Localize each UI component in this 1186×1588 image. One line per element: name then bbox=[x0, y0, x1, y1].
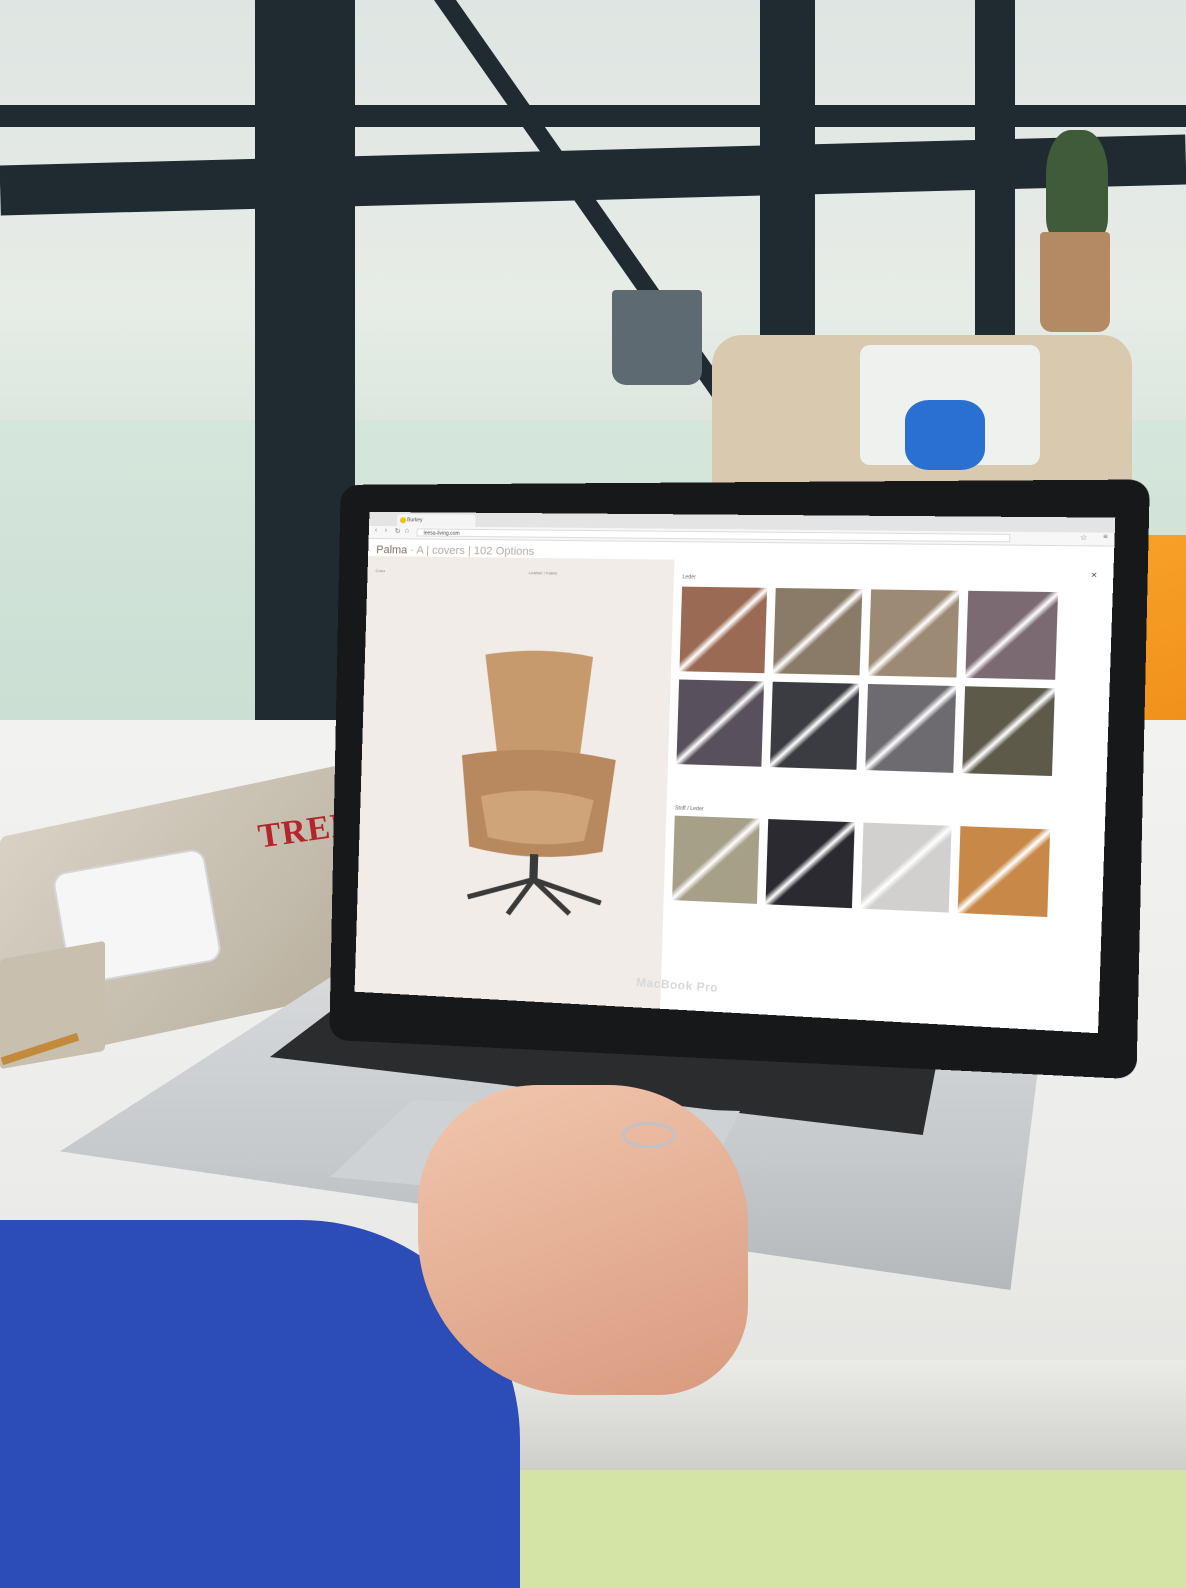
plant-leaves bbox=[1046, 130, 1108, 240]
material-swatch[interactable] bbox=[772, 587, 863, 676]
material-swatch[interactable] bbox=[860, 822, 952, 913]
laptop-screen: Burkey ‹ › ↻ ⌂ leesa-living.com ☆ ≡ Palm… bbox=[354, 511, 1116, 1034]
browser-tab[interactable]: Burkey bbox=[396, 514, 476, 527]
blue-object bbox=[905, 400, 985, 470]
window-frame bbox=[975, 0, 1015, 380]
address-bar[interactable]: leesa-living.com bbox=[416, 528, 1011, 543]
material-swatch[interactable] bbox=[769, 681, 860, 770]
reload-icon[interactable]: ↻ bbox=[395, 527, 401, 535]
product-subtitle: · A | covers | 102 Options bbox=[410, 544, 535, 558]
armchair-image bbox=[447, 649, 616, 925]
material-swatch[interactable] bbox=[865, 683, 957, 773]
photo-scene: TREE Burkey ‹ › ↻ ⌂ leesa-living.com ☆ ≡… bbox=[0, 0, 1186, 1588]
home-icon[interactable]: ⌂ bbox=[405, 527, 409, 534]
favicon-icon bbox=[399, 517, 407, 524]
material-swatch[interactable] bbox=[962, 686, 1055, 777]
product-name: Palma bbox=[376, 544, 408, 557]
material-swatch[interactable] bbox=[965, 590, 1059, 680]
section-label-fabric: Stoff / Leder bbox=[674, 805, 704, 813]
material-swatch[interactable] bbox=[765, 819, 855, 909]
plant-pot bbox=[612, 290, 702, 385]
ring bbox=[622, 1122, 676, 1148]
plant-pot bbox=[1040, 232, 1110, 332]
material-select[interactable]: Leather / Fabric bbox=[529, 570, 558, 575]
section-label-leather: Leder bbox=[682, 574, 697, 581]
tab-title: Burkey bbox=[406, 517, 423, 524]
material-swatch[interactable] bbox=[868, 589, 960, 678]
person-hand bbox=[418, 1085, 748, 1395]
color-select[interactable]: Color bbox=[376, 568, 386, 573]
material-swatch[interactable] bbox=[676, 679, 765, 767]
menu-icon[interactable]: ≡ bbox=[1103, 534, 1108, 542]
material-swatch[interactable] bbox=[679, 586, 768, 674]
back-icon[interactable]: ‹ bbox=[375, 527, 378, 534]
notebook bbox=[0, 940, 105, 1070]
material-swatch[interactable] bbox=[957, 826, 1051, 918]
window-frame bbox=[0, 105, 1186, 127]
star-icon[interactable]: ☆ bbox=[1080, 533, 1087, 543]
material-swatch[interactable] bbox=[672, 815, 760, 904]
page-title: Palma · A | covers | 102 Options bbox=[376, 544, 534, 558]
close-icon[interactable]: ✕ bbox=[1090, 571, 1097, 580]
forward-icon[interactable]: › bbox=[385, 527, 388, 534]
